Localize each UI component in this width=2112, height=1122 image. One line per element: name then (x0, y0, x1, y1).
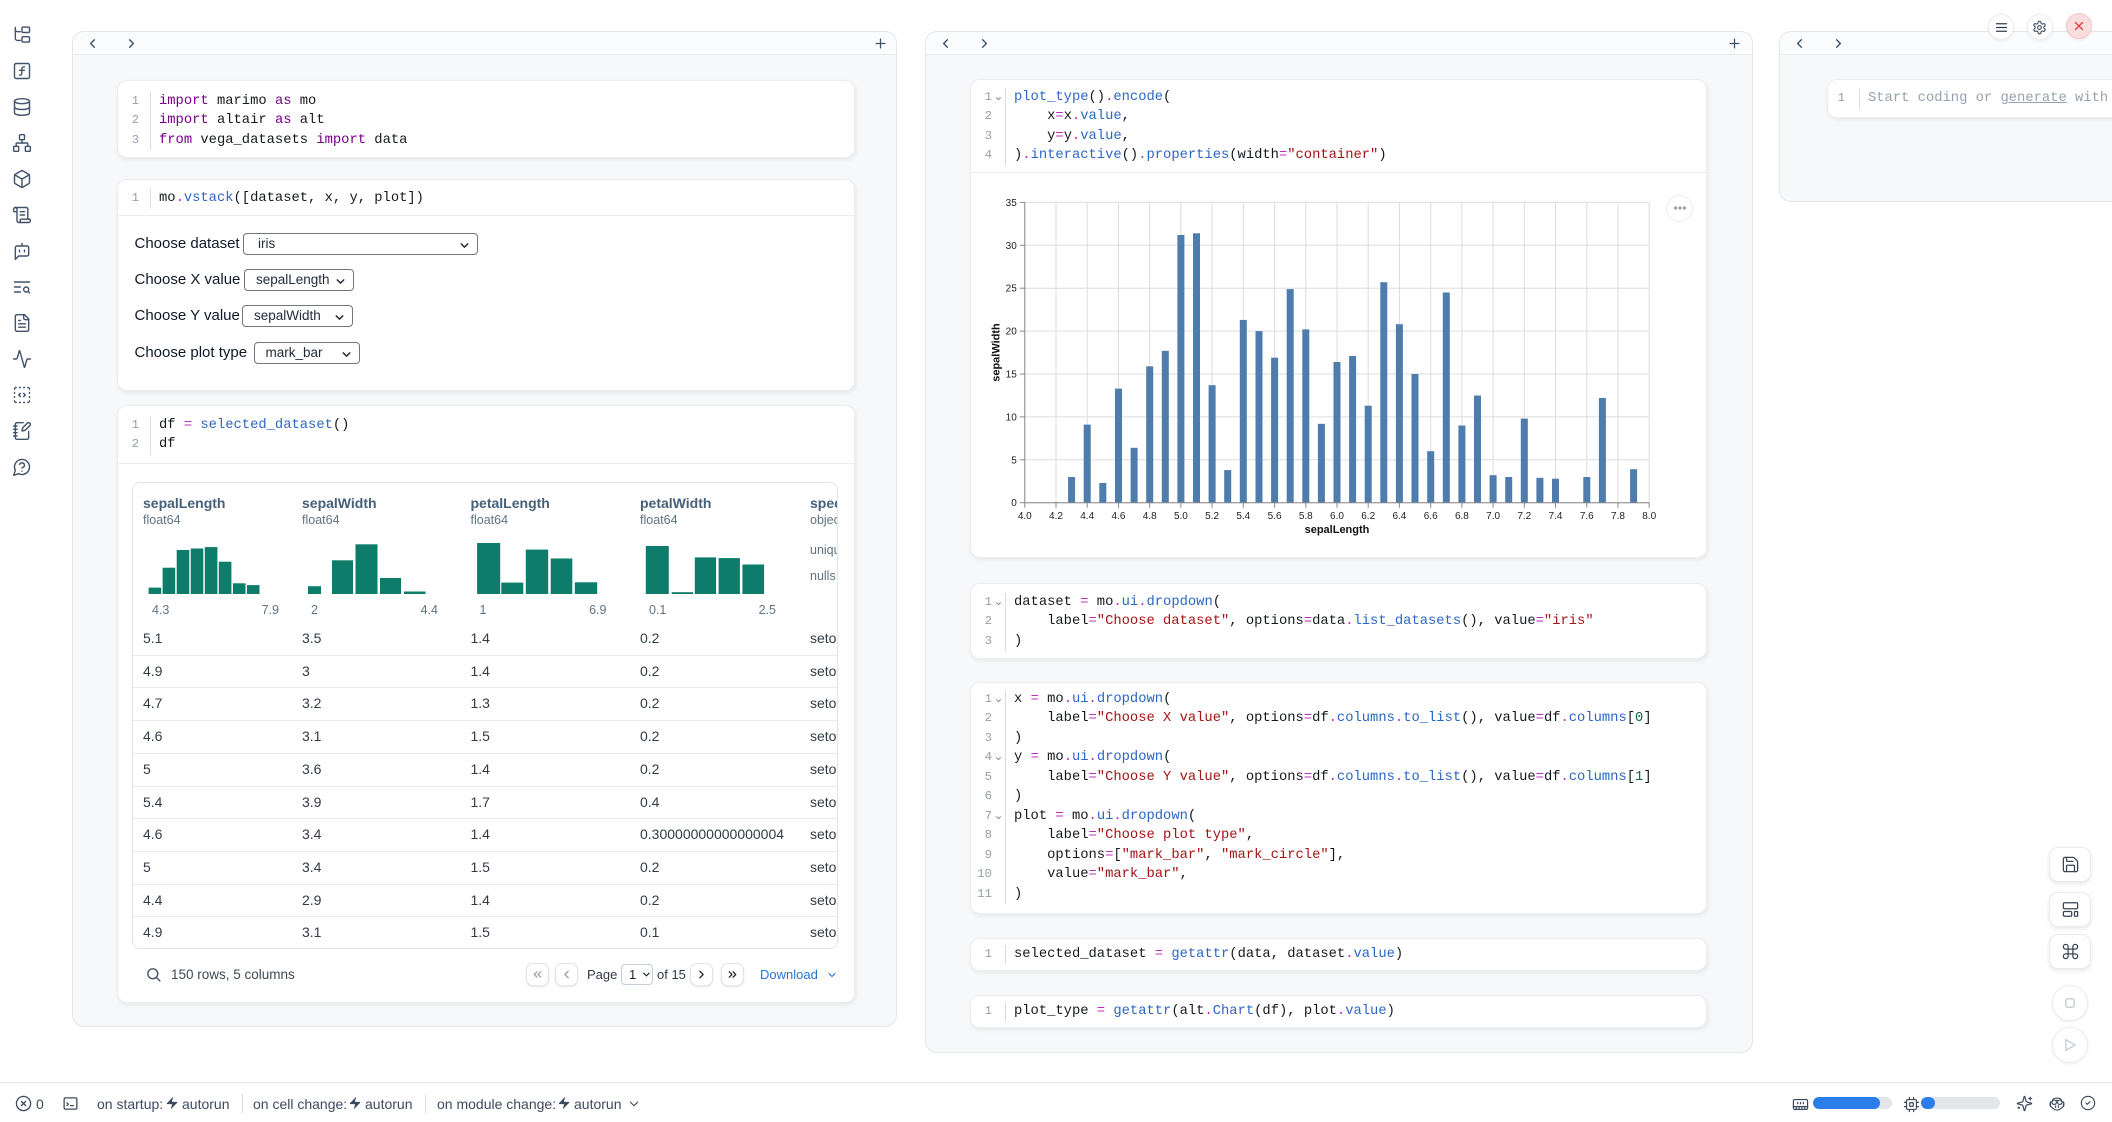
svg-text:5.6: 5.6 (1268, 511, 1282, 522)
svg-text:4.8: 4.8 (1143, 511, 1157, 522)
svg-text:5.8: 5.8 (1299, 511, 1313, 522)
svg-text:7.4: 7.4 (1549, 511, 1563, 522)
svg-text:4.4: 4.4 (1080, 511, 1094, 522)
svg-text:6.6: 6.6 (1424, 511, 1438, 522)
svg-text:5.4: 5.4 (1236, 511, 1250, 522)
svg-text:7.2: 7.2 (1517, 511, 1531, 522)
svg-text:7.0: 7.0 (1486, 511, 1500, 522)
svg-text:4.6: 4.6 (1112, 511, 1126, 522)
svg-text:30: 30 (1006, 241, 1018, 252)
svg-text:5: 5 (1011, 455, 1017, 466)
svg-text:25: 25 (1006, 283, 1018, 294)
svg-text:sepalWidth: sepalWidth (991, 323, 1003, 382)
svg-text:4.0: 4.0 (1018, 511, 1032, 522)
svg-text:15: 15 (1006, 369, 1018, 380)
svg-text:4.2: 4.2 (1049, 511, 1063, 522)
svg-text:6.2: 6.2 (1361, 511, 1375, 522)
svg-text:10: 10 (1006, 412, 1018, 423)
svg-text:7.6: 7.6 (1580, 511, 1594, 522)
svg-text:20: 20 (1006, 326, 1018, 337)
svg-text:5.2: 5.2 (1205, 511, 1219, 522)
svg-text:8.0: 8.0 (1642, 511, 1656, 522)
svg-text:35: 35 (1006, 198, 1018, 209)
svg-text:6.8: 6.8 (1455, 511, 1469, 522)
svg-text:7.8: 7.8 (1611, 511, 1625, 522)
svg-text:sepalLength: sepalLength (1305, 524, 1370, 536)
svg-text:5.0: 5.0 (1174, 511, 1188, 522)
svg-text:0: 0 (1011, 498, 1017, 509)
svg-text:6.4: 6.4 (1392, 511, 1406, 522)
svg-text:6.0: 6.0 (1330, 511, 1344, 522)
